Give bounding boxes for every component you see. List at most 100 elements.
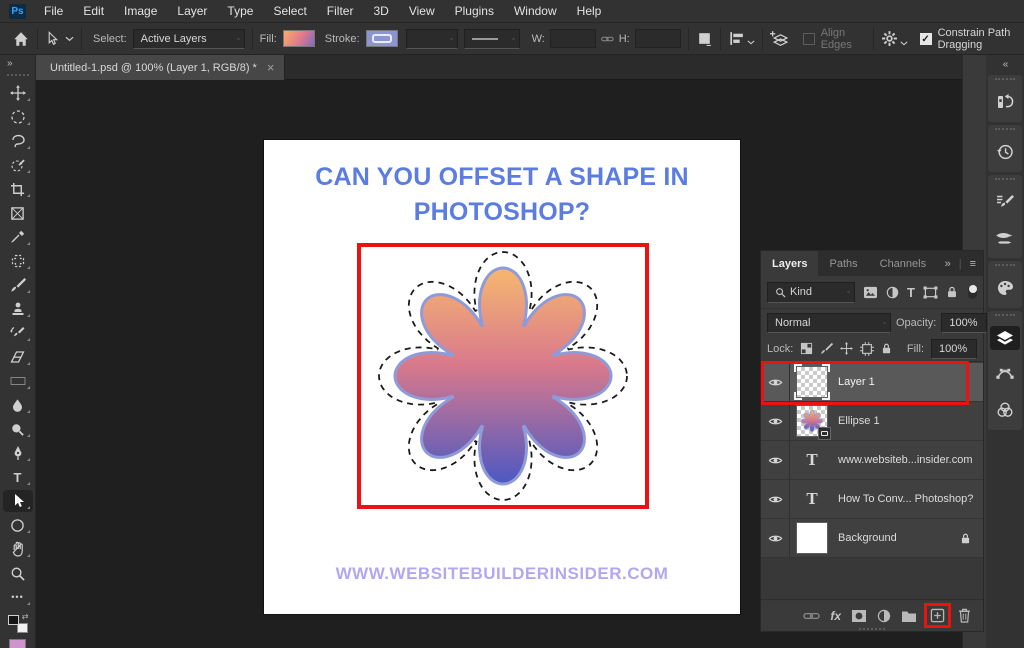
new-group-icon[interactable] — [901, 609, 917, 623]
eraser-tool[interactable] — [6, 349, 30, 365]
lock-all-icon[interactable] — [881, 342, 892, 355]
text-layer-thumbnail[interactable]: T — [796, 483, 828, 515]
filter-pixel-layers-icon[interactable] — [863, 286, 878, 299]
menu-plugins[interactable]: Plugins — [445, 0, 504, 22]
pen-tool[interactable] — [6, 445, 30, 461]
text-layer-thumbnail[interactable]: T — [796, 444, 828, 476]
layer-name[interactable]: www.websiteb...insider.com — [838, 454, 973, 466]
filter-type-layers-icon[interactable]: T — [907, 285, 915, 300]
document-tab[interactable]: Untitled-1.psd @ 100% (Layer 1, RGB/8) *… — [36, 55, 285, 80]
brush-tool[interactable] — [6, 277, 30, 293]
path-alignment-button[interactable] — [728, 30, 755, 47]
photoshop-logo[interactable]: Ps — [9, 4, 26, 19]
menu-3d[interactable]: 3D — [363, 0, 398, 22]
filter-adjustment-layers-icon[interactable] — [886, 286, 899, 299]
align-edges-control[interactable]: Align Edges — [803, 27, 861, 51]
layer-row-ellipse-1[interactable]: Ellipse 1 — [761, 402, 983, 441]
menu-filter[interactable]: Filter — [317, 0, 364, 22]
home-button[interactable] — [12, 30, 30, 48]
layer-name[interactable]: Layer 1 — [838, 376, 875, 388]
brushes-panel-icon[interactable] — [990, 226, 1020, 250]
flower-shape-graphic[interactable] — [373, 251, 633, 501]
lock-artboard-icon[interactable] — [860, 342, 874, 356]
blur-tool[interactable] — [6, 397, 30, 413]
panel-overflow-icon[interactable]: » — [945, 258, 951, 270]
layer-thumbnail[interactable] — [796, 366, 828, 398]
swatches-panel-icon[interactable] — [990, 276, 1020, 300]
align-edges-checkbox[interactable] — [803, 33, 815, 45]
stroke-swatch[interactable] — [366, 30, 398, 47]
layer-visibility-toggle[interactable] — [761, 519, 790, 557]
layer-visibility-toggle[interactable] — [761, 480, 790, 518]
flower-shape[interactable] — [395, 268, 611, 484]
layer-name[interactable]: Background — [838, 532, 897, 544]
lock-image-pixels-icon[interactable] — [820, 342, 833, 355]
layer-row-heading-text[interactable]: T How To Conv... Photoshop? — [761, 480, 983, 519]
menu-view[interactable]: View — [399, 0, 445, 22]
hand-tool[interactable] — [6, 541, 30, 557]
tab-paths[interactable]: Paths — [818, 251, 868, 276]
tool-preset-button[interactable] — [45, 31, 74, 46]
eyedropper-tool[interactable] — [6, 229, 30, 245]
edit-toolbar-button[interactable]: ••• — [6, 589, 30, 605]
history-brush-tool[interactable] — [6, 325, 30, 341]
spot-healing-brush-tool[interactable] — [6, 253, 30, 269]
lock-transparent-pixels-icon[interactable] — [800, 342, 813, 355]
opacity-dropdown[interactable]: 100% — [941, 313, 987, 333]
constrain-path-checkbox[interactable]: ✓ — [920, 33, 932, 45]
link-layers-icon[interactable] — [803, 611, 820, 621]
filter-shape-layers-icon[interactable] — [923, 286, 938, 299]
menu-image[interactable]: Image — [114, 0, 167, 22]
tools-panel-grip[interactable] — [7, 74, 29, 76]
filter-kind-dropdown[interactable]: Kind — [767, 282, 855, 303]
collapse-panels-icon[interactable]: « — [986, 55, 1024, 72]
select-mode-dropdown[interactable]: Active Layers — [133, 29, 245, 49]
tab-channels[interactable]: Channels — [869, 251, 937, 276]
dodge-tool[interactable] — [6, 421, 30, 437]
menu-help[interactable]: Help — [567, 0, 612, 22]
type-tool[interactable]: T — [6, 469, 30, 485]
panel-menu-icon[interactable]: ≡ — [970, 258, 976, 270]
link-dimensions-icon[interactable] — [601, 34, 614, 44]
path-operations-button[interactable] — [696, 30, 713, 47]
menu-edit[interactable]: Edit — [73, 0, 114, 22]
current-color-swatch[interactable] — [9, 639, 26, 648]
tool-options-gear-button[interactable] — [881, 30, 908, 47]
tab-layers[interactable]: Layers — [761, 251, 818, 276]
layer-style-icon[interactable]: fx — [830, 609, 841, 623]
layer-filtering-toggle[interactable] — [968, 285, 977, 299]
adjustment-layer-icon[interactable] — [877, 609, 891, 623]
layer-visibility-toggle[interactable] — [761, 441, 790, 479]
layer-visibility-toggle[interactable] — [761, 363, 790, 401]
layer-name[interactable]: How To Conv... Photoshop? — [838, 493, 973, 505]
close-tab-icon[interactable]: × — [267, 60, 275, 75]
stroke-type-dropdown[interactable] — [464, 29, 520, 49]
move-tool[interactable] — [6, 85, 30, 101]
ellipse-shape-tool[interactable] — [6, 517, 30, 533]
foreground-color-swatch[interactable] — [8, 615, 19, 625]
lasso-tool[interactable] — [6, 133, 30, 149]
frame-tool[interactable] — [6, 205, 30, 221]
menu-layer[interactable]: Layer — [167, 0, 217, 22]
blend-mode-dropdown[interactable]: Normal — [767, 313, 891, 333]
layer-row-background[interactable]: Background — [761, 519, 983, 558]
layer-thumbnail[interactable] — [796, 522, 828, 554]
delete-layer-icon[interactable] — [958, 608, 971, 623]
menu-type[interactable]: Type — [217, 0, 263, 22]
gradient-tool[interactable] — [6, 373, 30, 389]
zoom-tool[interactable] — [6, 565, 30, 581]
layer-name[interactable]: Ellipse 1 — [838, 415, 880, 427]
layer-visibility-toggle[interactable] — [761, 402, 790, 440]
quick-selection-tool[interactable] — [6, 157, 30, 173]
filter-smart-objects-icon[interactable] — [946, 285, 958, 299]
paths-panel-icon[interactable] — [990, 362, 1020, 386]
shape-height-input[interactable] — [635, 29, 681, 48]
brush-settings-panel-icon[interactable] — [990, 190, 1020, 214]
foreground-background-colors[interactable]: ⇄ — [8, 615, 28, 633]
layer-row-layer-1[interactable]: Layer 1 — [761, 363, 983, 402]
menu-select[interactable]: Select — [263, 0, 316, 22]
new-layer-icon[interactable] — [930, 608, 945, 623]
add-layer-mask-icon[interactable] — [851, 609, 867, 623]
fill-swatch[interactable] — [283, 30, 315, 47]
layer-row-url-text[interactable]: T www.websiteb...insider.com — [761, 441, 983, 480]
